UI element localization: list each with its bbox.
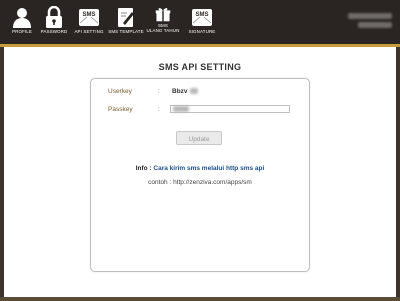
sms-envelope-icon: SMS <box>192 9 212 26</box>
nav-profile-label: PROFILE <box>12 29 32 34</box>
nav-sms-ulang-tahun-label: SMS ULANG TAHUN <box>147 23 180 33</box>
info-line: Info : Cara kirim sms melalui http sms a… <box>0 165 400 172</box>
passkey-redacted <box>173 106 189 112</box>
nav-api-setting[interactable]: SMS API SETTING <box>71 6 107 42</box>
user-info-blurred <box>342 10 392 34</box>
nav-profile[interactable]: PROFILE <box>4 6 40 42</box>
info-prefix: Info : <box>135 165 152 172</box>
pencil-note-icon <box>118 8 134 27</box>
page-title: SMS API SETTING <box>158 62 242 72</box>
nav-password-label: PASSWORD <box>40 29 68 34</box>
userkey-redacted <box>190 88 198 94</box>
nav-api-setting-label: API SETTING <box>74 29 104 34</box>
nav-sms-ulang-line2: ULANG TAHUN <box>146 28 180 33</box>
update-button[interactable]: Update <box>176 131 222 145</box>
userkey-colon: : <box>158 88 160 95</box>
lock-icon <box>46 6 62 28</box>
sms-badge-text: SMS <box>195 12 208 18</box>
user-name-redacted <box>348 13 392 19</box>
user-sub-redacted <box>358 22 392 28</box>
nav-sms-template-label: SMS TEMPLATE <box>108 29 144 34</box>
nav-password[interactable]: PASSWORD <box>36 6 72 42</box>
page-left-border <box>0 47 4 301</box>
nav-sms-ulang-tahun[interactable]: SMS ULANG TAHUN <box>145 6 181 42</box>
sms-envelope-icon: SMS <box>79 9 99 26</box>
sms-badge-text: SMS <box>82 12 95 18</box>
userkey-label: Userkey <box>108 88 132 95</box>
top-nav-bar: PROFILE PASSWORD SMS API SETTING SMS TEM… <box>0 0 400 44</box>
nav-signature[interactable]: SMS SIGNATURE <box>184 6 220 42</box>
passkey-label: Passkey <box>108 106 133 113</box>
example-url: contoh : http://zenziva.com/apps/sm <box>148 179 252 186</box>
info-link[interactable]: Cara kirim sms melalui http sms api <box>153 165 264 172</box>
page-right-border <box>396 47 400 301</box>
page-bottom-border <box>0 297 400 301</box>
gift-icon <box>155 8 171 22</box>
nav-signature-label: SIGNATURE <box>188 29 216 34</box>
userkey-value: Bbzv <box>172 88 188 95</box>
passkey-colon: : <box>158 106 160 113</box>
nav-sms-template[interactable]: SMS TEMPLATE <box>108 6 144 42</box>
user-icon <box>13 8 31 28</box>
